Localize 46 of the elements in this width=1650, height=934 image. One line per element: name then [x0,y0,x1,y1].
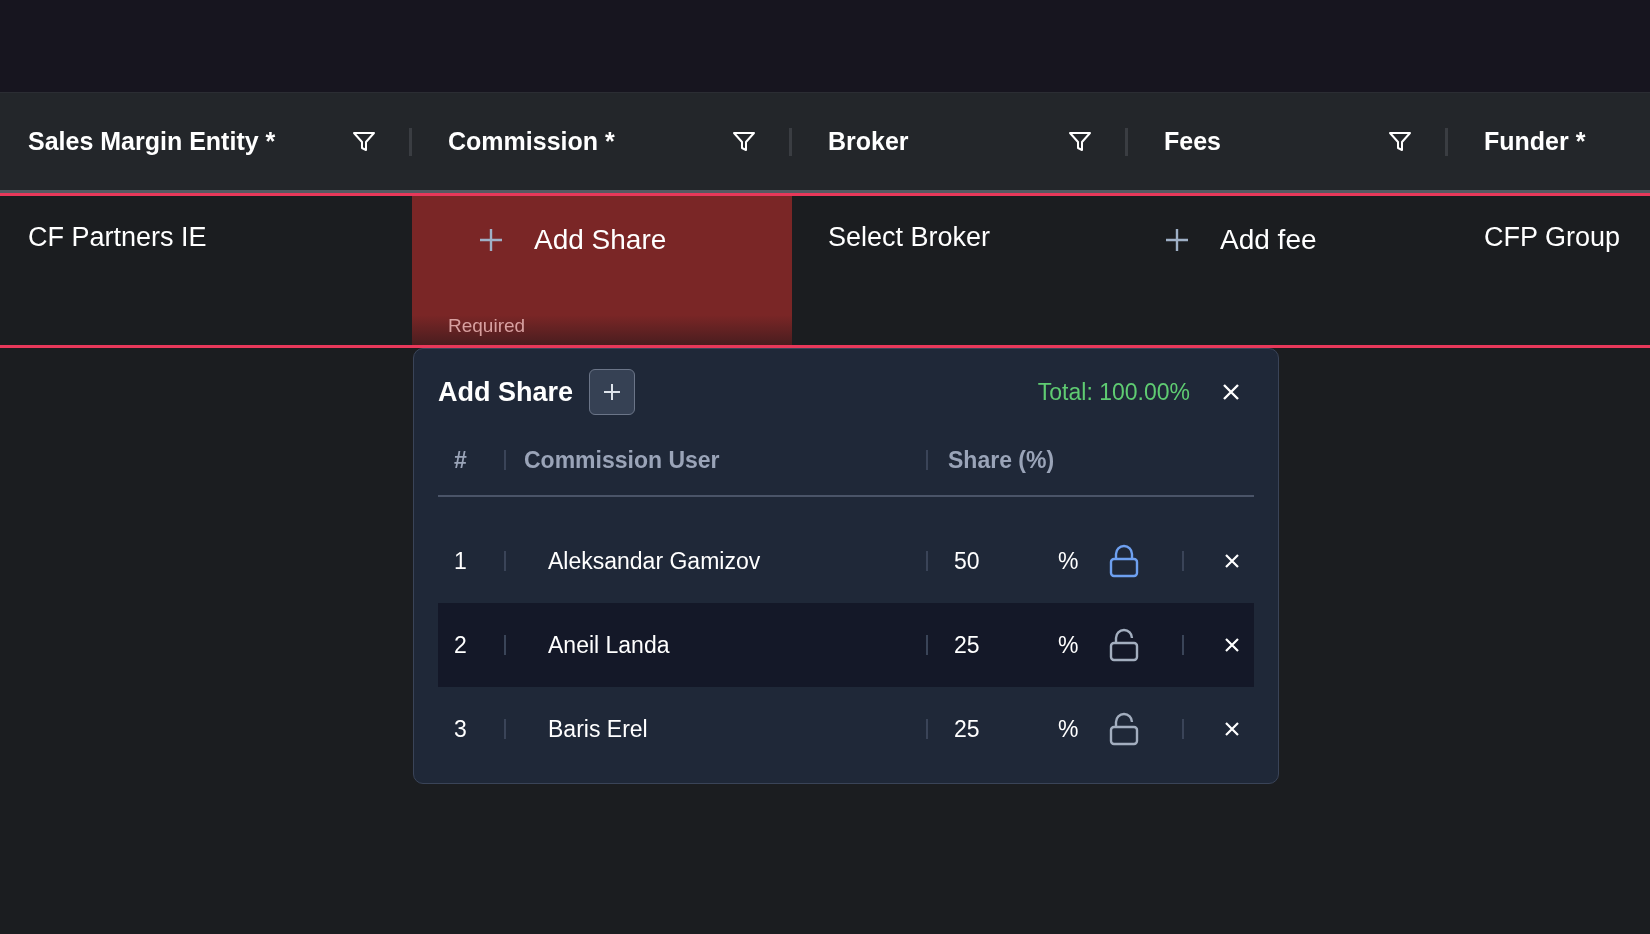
plus-icon [478,227,504,253]
plus-icon [602,382,623,402]
filter-icon[interactable] [352,129,376,154]
column-header[interactable]: Broker [828,127,909,156]
add-button[interactable]: Add fee [1164,224,1317,256]
row-number: 1 [453,547,468,575]
lock-icon[interactable] [1108,544,1140,578]
unlocked-lock-icon[interactable] [1108,628,1140,662]
percent-sign: % [1058,715,1080,743]
column-header[interactable]: Fees [1164,127,1221,156]
add-button[interactable]: Add Share [448,224,667,256]
column-header: # [453,446,468,474]
share-row[interactable]: 1 Aleksandar Gamizov 50 % [438,519,1254,603]
filter-icon[interactable] [732,129,756,154]
total-label: Total: 100.00% [1037,378,1190,406]
plus-icon [1164,227,1190,253]
error-message: Required [448,315,526,337]
column-header[interactable]: Commission * [448,127,615,156]
column-header: Commission User [523,446,721,474]
row-number: 3 [453,715,468,743]
share-value[interactable]: 25 [928,631,1058,659]
column-header: Share (%) [947,446,1055,474]
user-name: Aleksandar Gamizov [547,547,762,575]
share-row[interactable]: 2 Aneil Landa 25 % [438,603,1254,687]
row-number: 2 [453,631,468,659]
filter-icon[interactable] [1068,129,1092,154]
popup-title: Add Share [438,376,574,408]
filter-icon[interactable] [1388,129,1412,154]
user-name: Baris Erel [547,715,649,743]
table-cell: Select Broker [828,222,991,252]
share-value[interactable]: 50 [928,547,1058,575]
user-name: Aneil Landa [547,631,671,659]
add-button[interactable] [589,369,636,415]
remove-icon[interactable] [1224,721,1240,737]
table-cell: CFP Group [1484,222,1621,252]
table-cell: CF Partners IE [28,222,207,252]
share-row[interactable]: 3 Baris Erel 25 % [438,687,1254,771]
remove-icon[interactable] [1224,637,1240,653]
share-value[interactable]: 25 [928,715,1058,743]
remove-icon[interactable] [1224,553,1240,569]
unlocked-lock-icon[interactable] [1108,712,1140,746]
column-header[interactable]: Sales Margin Entity * [28,127,276,156]
column-header[interactable]: Funder * [1484,127,1586,156]
percent-sign: % [1058,631,1080,659]
percent-sign: % [1058,547,1080,575]
close-icon[interactable] [1222,383,1240,401]
